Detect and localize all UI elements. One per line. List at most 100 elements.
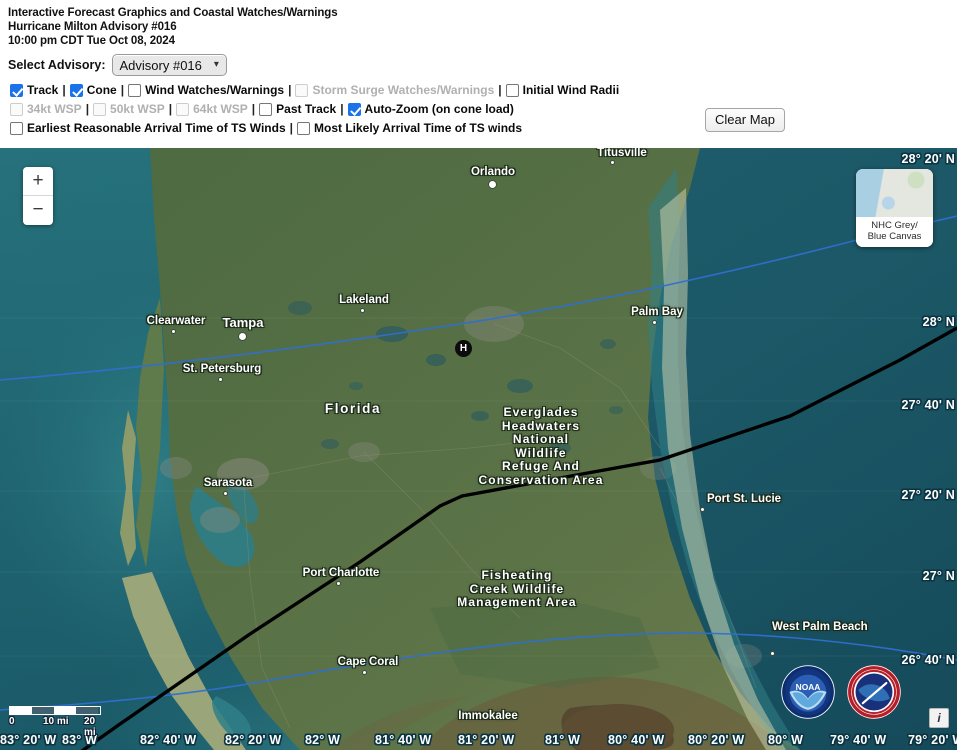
toggle-storm-surge-watches-warnings-label: Storm Surge Watches/Warnings	[312, 83, 495, 97]
toggle-64kt-wsp: 64kt WSP	[176, 100, 248, 119]
city-dot-palm-bay	[652, 320, 657, 325]
lat-label: 28° 20' N	[901, 152, 955, 166]
basemap-layer-switcher[interactable]: NHC Grey/ Blue Canvas	[856, 169, 933, 247]
zoom-out-button[interactable]: −	[23, 196, 53, 225]
storm-advisory-title: Hurricane Milton Advisory #016	[8, 21, 177, 33]
page-header: Interactive Forecast Graphics and Coasta…	[0, 0, 957, 48]
storm-position-marker[interactable]: H	[455, 340, 472, 357]
advisory-select-value: Advisory #016	[119, 57, 202, 73]
lon-label: 79° 40' W	[830, 733, 887, 747]
city-dot-st-petersburg	[218, 377, 223, 382]
layer-toggle-group: Track | Cone | Wind Watches/Warnings | S…	[0, 80, 957, 141]
svg-text:NOAA: NOAA	[796, 682, 821, 692]
advisory-timestamp: 10:00 pm CDT Tue Oct 08, 2024	[8, 35, 175, 47]
toggle-auto-zoom-label: Auto-Zoom (on cone load)	[364, 102, 514, 116]
layer-toggle-row-2: 34kt WSP | 50kt WSP | 64kt WSP | Past Tr…	[10, 100, 957, 119]
basemap-name-line2: Blue Canvas	[867, 231, 922, 242]
clear-map-button[interactable]: Clear Map	[705, 108, 785, 132]
map-basemap	[0, 148, 957, 750]
toggle-most-likely-arrival-label: Most Likely Arrival Time of TS winds	[314, 121, 523, 135]
wind-watches-warnings-checkbox[interactable]	[128, 84, 142, 97]
city-dot-lakeland	[360, 308, 365, 313]
lon-label: 81° 20' W	[458, 733, 515, 747]
city-dot-west-palm-beach	[770, 651, 775, 656]
toggle-auto-zoom[interactable]: Auto-Zoom (on cone load)	[347, 100, 514, 119]
lon-label: 81° 40' W	[375, 733, 432, 747]
toggle-most-likely-arrival[interactable]: Most Likely Arrival Time of TS winds	[297, 119, 522, 138]
national-weather-service-logo	[847, 665, 901, 719]
lat-label: 26° 40' N	[901, 653, 955, 667]
basemap-name-line1: NHC Grey/	[871, 220, 918, 231]
wsp-64kt-checkbox	[176, 103, 190, 116]
toggle-past-track[interactable]: Past Track	[259, 100, 336, 119]
toggle-cone[interactable]: Cone	[69, 81, 117, 100]
toggle-34kt-wsp: 34kt WSP	[10, 100, 82, 119]
separator: |	[120, 83, 125, 97]
past-track-checkbox[interactable]	[259, 103, 273, 116]
toggle-earliest-reasonable-arrival[interactable]: Earliest Reasonable Arrival Time of TS W…	[10, 119, 286, 138]
most-likely-arrival-checkbox[interactable]	[297, 122, 310, 135]
lon-label: 82° 20' W	[225, 733, 282, 747]
toggle-past-track-label: Past Track	[276, 102, 337, 116]
lon-label: 80° 20' W	[688, 733, 745, 747]
advisory-select-label: Select Advisory:	[8, 58, 106, 72]
advisory-select[interactable]: Advisory #016 ▾	[111, 54, 227, 76]
nhc-interactive-forecast-page: Interactive Forecast Graphics and Coasta…	[0, 0, 957, 750]
basemap-thumbnail	[856, 169, 933, 219]
forecast-map[interactable]: H + − NHC Grey/ Blue Canvas 28° 20' N 28…	[0, 148, 957, 750]
city-dot-tampa	[238, 332, 247, 341]
lon-label: 80° W	[768, 733, 804, 747]
lat-label: 27° 40' N	[901, 398, 955, 412]
zoom-in-button[interactable]: +	[23, 167, 53, 196]
storm-surge-watches-warnings-checkbox	[295, 84, 309, 97]
toggle-track[interactable]: Track	[10, 81, 58, 100]
separator: |	[498, 83, 502, 97]
scale-label-end: 20 mi	[84, 716, 96, 738]
wsp-34kt-checkbox	[10, 103, 23, 116]
city-dot-port-charlotte	[336, 581, 341, 586]
cone-checkbox[interactable]	[69, 84, 83, 97]
layer-toggle-row-1: Track | Cone | Wind Watches/Warnings | S…	[10, 81, 957, 100]
advisory-selector-row: Select Advisory: Advisory #016 ▾	[0, 48, 957, 80]
scale-label-start: 0	[9, 716, 15, 727]
lon-label: 81° W	[545, 733, 581, 747]
toggle-track-label: Track	[27, 83, 59, 97]
map-zoom-controls[interactable]: + −	[23, 167, 53, 225]
toggle-wind-watches-warnings[interactable]: Wind Watches/Warnings	[128, 81, 284, 100]
map-info-button[interactable]: i	[929, 708, 949, 728]
noaa-logo: NOAA	[781, 665, 835, 719]
lon-label: 82° W	[305, 733, 341, 747]
chevron-down-icon: ▾	[213, 58, 219, 70]
lon-label: 83° 20' W	[0, 733, 57, 747]
auto-zoom-checkbox[interactable]	[347, 103, 361, 116]
initial-wind-radii-checkbox[interactable]	[505, 84, 519, 97]
separator: |	[289, 121, 293, 135]
separator: |	[251, 102, 256, 116]
toggle-earliest-reasonable-arrival-label: Earliest Reasonable Arrival Time of TS W…	[27, 121, 286, 135]
agency-logos: NOAA	[780, 664, 902, 720]
track-checkbox[interactable]	[10, 84, 23, 97]
separator: |	[85, 102, 90, 116]
scale-label-mid: 10 mi	[43, 716, 69, 727]
toggle-50kt-wsp: 50kt WSP	[93, 100, 165, 119]
lon-label: 80° 40' W	[608, 733, 665, 747]
city-dot-cape-coral	[362, 670, 367, 675]
separator: |	[168, 102, 173, 116]
toggle-initial-wind-radii[interactable]: Initial Wind Radii	[505, 81, 619, 100]
lat-label: 28° N	[922, 315, 955, 329]
earliest-reasonable-arrival-checkbox[interactable]	[10, 122, 23, 135]
lat-label: 27° N	[922, 569, 955, 583]
separator: |	[62, 83, 66, 97]
wsp-50kt-checkbox	[93, 103, 107, 116]
toggle-wind-watches-warnings-label: Wind Watches/Warnings	[145, 83, 285, 97]
city-dot-clearwater	[171, 329, 176, 334]
scale-bar-ticks: 0 10 mi 20 mi	[9, 716, 101, 738]
scale-bar-segments	[9, 706, 101, 715]
map-scale-bar: 0 10 mi 20 mi	[9, 706, 101, 738]
toggle-64kt-wsp-label: 64kt WSP	[193, 102, 248, 116]
lon-label: 82° 40' W	[140, 733, 197, 747]
city-dot-port-st-lucie	[700, 507, 705, 512]
toggle-cone-label: Cone	[86, 83, 117, 97]
city-dot-orlando	[488, 180, 497, 189]
lon-label: 79° 20' W	[908, 733, 957, 747]
